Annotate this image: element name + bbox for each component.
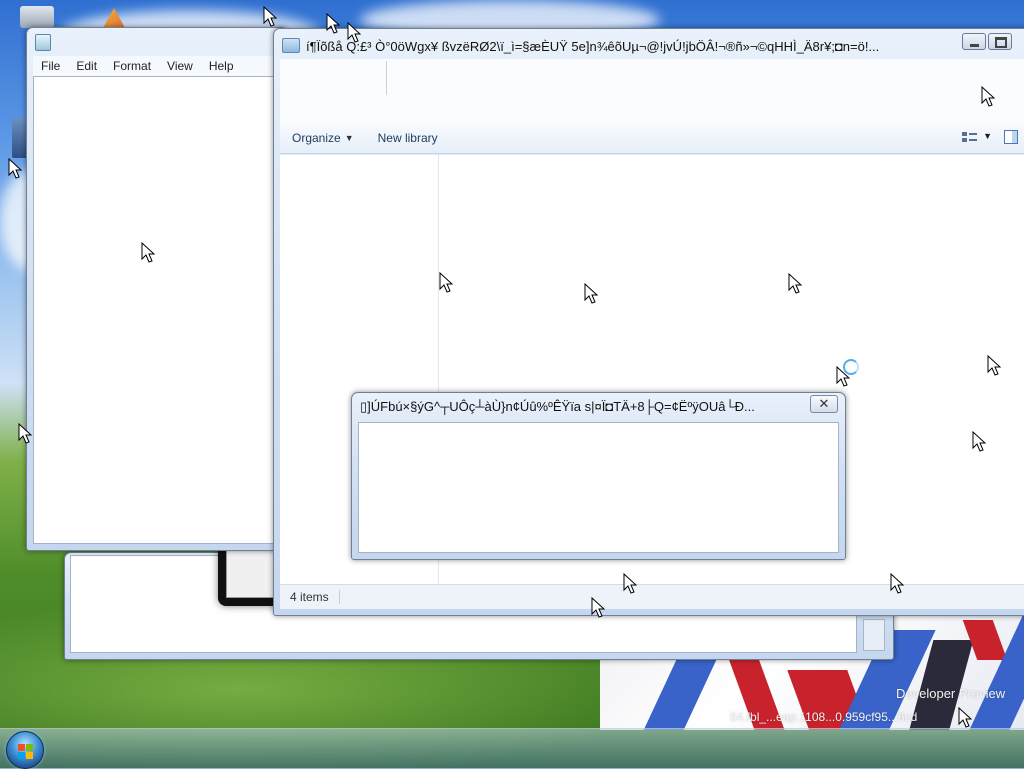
busy-ring-icon: [843, 359, 859, 375]
dialog-window[interactable]: ▯]ÚFbú×§ýG^┬UÔç┴àÙ}n¢Úû%ºÊŸïa s|¤Ï◘TÄ+8├…: [351, 392, 846, 560]
recycle-bin-icon[interactable]: [20, 6, 54, 28]
new-library-button[interactable]: New library: [366, 131, 450, 145]
address-bar-area: [280, 59, 1024, 124]
build-watermark-line2: 64.fbl_...eap.1108...0.959cf95...6cd: [730, 710, 918, 724]
menu-format[interactable]: Format: [105, 59, 159, 73]
close-button[interactable]: ✕: [810, 395, 838, 413]
text-caret: [386, 61, 387, 95]
menu-view[interactable]: View: [159, 59, 201, 73]
menu-edit[interactable]: Edit: [68, 59, 105, 73]
minimize-button[interactable]: [962, 33, 986, 50]
notepad-text-area[interactable]: [33, 76, 281, 544]
organize-button[interactable]: Organize ▼: [280, 131, 366, 145]
view-chevron-down-icon[interactable]: ▼: [983, 131, 992, 141]
view-options-icon[interactable]: [962, 131, 978, 145]
notepad-icon: [35, 34, 51, 51]
menu-help[interactable]: Help: [201, 59, 242, 73]
preview-pane-icon[interactable]: [1004, 130, 1018, 144]
maximize-button[interactable]: [988, 33, 1012, 50]
dialog-title: ▯]ÚFbú×§ýG^┬UÔç┴àÙ}n¢Úû%ºÊŸïa s|¤Ï◘TÄ+8├…: [360, 399, 755, 414]
menu-file[interactable]: File: [33, 59, 68, 73]
menu-bar: File Edit Format View Help: [33, 56, 281, 77]
taskbar: [0, 728, 1024, 769]
item-count: 4 items: [280, 590, 340, 604]
organize-label: Organize: [292, 131, 341, 145]
window-title: í¶Ïõßå Q:£³ Ò°0öWgx¥ ßvzëRØ2\ï_ì=§æÈUŸ 5…: [306, 39, 880, 54]
scrollbar[interactable]: [863, 619, 885, 651]
library-folder-icon: [282, 38, 300, 53]
status-bar: 4 items: [280, 584, 1024, 609]
start-orb-icon[interactable]: [6, 731, 44, 769]
close-icon: ✕: [818, 396, 830, 411]
dialog-content: [358, 422, 839, 553]
chevron-down-icon: ▼: [344, 133, 354, 143]
command-bar: Organize ▼ New library ▼: [280, 123, 1024, 154]
build-watermark-line1: Developer Preview: [896, 686, 1006, 701]
notepad-window[interactable]: File Edit Format View Help: [26, 27, 288, 551]
